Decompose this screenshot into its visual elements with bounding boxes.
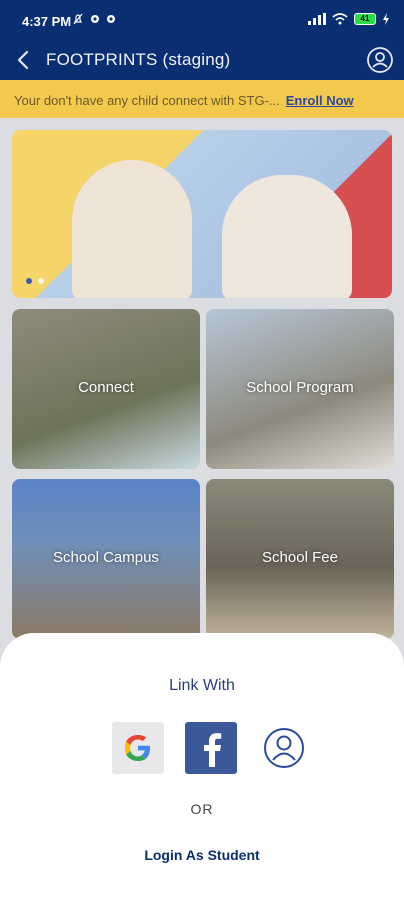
back-arrow-icon[interactable]: [12, 48, 36, 72]
link-with-bottom-sheet: Link With OR Login As Student: [0, 633, 404, 900]
tile-school-campus[interactable]: School Campus: [12, 479, 200, 639]
app-notification-icon: [91, 15, 99, 23]
wifi-icon: [332, 13, 348, 25]
tile-label: School Fee: [262, 549, 338, 566]
facebook-icon: [204, 733, 222, 767]
carousel-dot: [38, 278, 44, 284]
tile-label: School Program: [246, 379, 354, 396]
student-account-button[interactable]: [258, 722, 310, 774]
app-notification-icon: [107, 15, 115, 23]
or-separator: OR: [190, 801, 214, 817]
google-icon: [125, 735, 150, 761]
tile-label: Connect: [78, 379, 134, 396]
app-bar: FOOTPRINTS (staging): [0, 40, 404, 80]
battery-indicator: 41: [354, 13, 376, 25]
status-notification-icons: [72, 13, 116, 25]
tile-connect[interactable]: Connect: [12, 309, 200, 469]
mute-alarm-icon: [73, 13, 83, 25]
status-time: 4:37 PM: [22, 14, 72, 29]
sheet-title: Link With: [169, 677, 235, 694]
banner-carousel[interactable]: [12, 130, 392, 298]
social-login-row: [112, 722, 310, 774]
banner-image-child: [222, 175, 352, 298]
google-login-button[interactable]: [112, 722, 164, 774]
student-profile-icon: [264, 728, 304, 768]
tile-label: School Campus: [53, 549, 159, 566]
status-bar: 4:37 PM 41: [0, 0, 404, 40]
carousel-dot-active: [26, 278, 32, 284]
notice-message: Your don't have any child connect with S…: [14, 93, 280, 108]
signal-icon: [308, 13, 326, 25]
charging-icon: [383, 13, 389, 25]
profile-icon[interactable]: [366, 46, 394, 74]
facebook-login-button[interactable]: [185, 722, 237, 774]
tile-school-program[interactable]: School Program: [206, 309, 394, 469]
enroll-notice-bar: Your don't have any child connect with S…: [0, 80, 404, 118]
app-title: FOOTPRINTS (staging): [46, 50, 231, 69]
enroll-now-link[interactable]: Enroll Now: [286, 93, 354, 108]
status-system-icons: 41: [308, 13, 390, 25]
tile-school-fee[interactable]: School Fee: [206, 479, 394, 639]
login-as-student-link[interactable]: Login As Student: [0, 847, 404, 863]
banner-image-child: [72, 160, 192, 298]
carousel-indicator: [26, 278, 44, 284]
